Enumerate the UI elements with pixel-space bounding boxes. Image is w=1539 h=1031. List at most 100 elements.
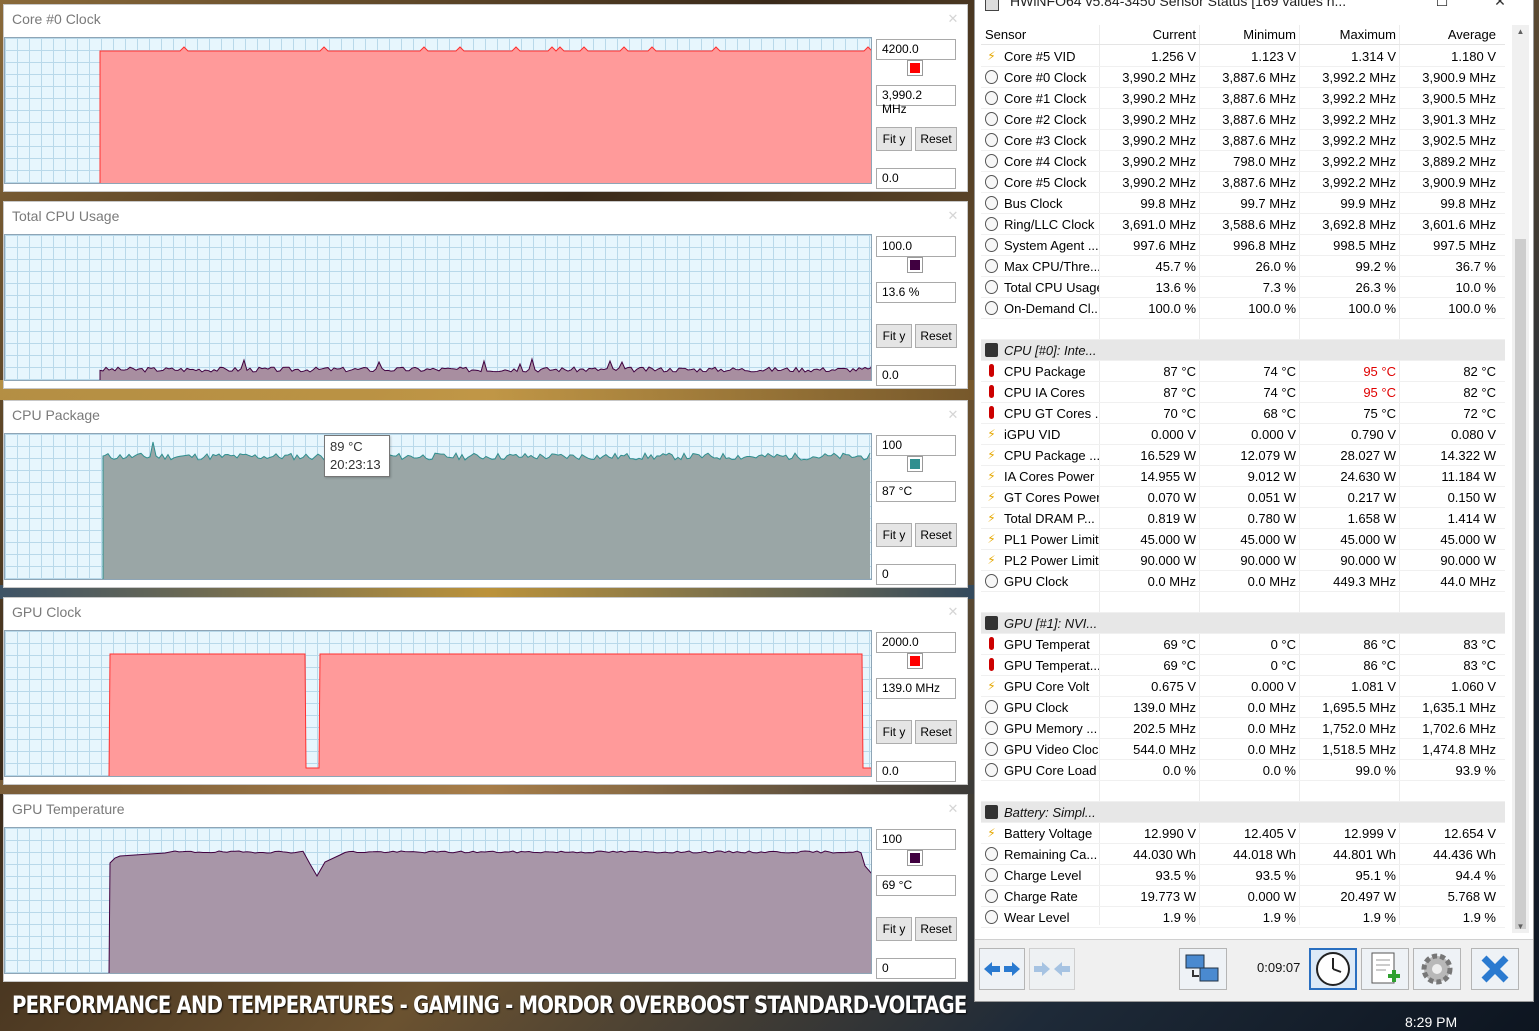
sensor-row[interactable]: CPU GT Cores ... 70 °C 68 °C 75 °C 72 °C <box>981 403 1505 424</box>
graph-window-core0-clock[interactable]: Core #0 Clock ✕ 4200.0 3,990.2 MHz Fit y… <box>3 4 968 192</box>
graph-min-field[interactable]: 0.0 <box>876 168 956 189</box>
sensor-row[interactable]: CPU IA Cores 87 °C 74 °C 95 °C 82 °C <box>981 382 1505 403</box>
title-bar[interactable]: HWiNFO64 v5.84-3450 Sensor Status [169 v… <box>975 0 1533 15</box>
sensor-row[interactable]: ⚡ GT Cores Power 0.070 W 0.051 W 0.217 W 0.15… <box>981 487 1505 508</box>
series-color-swatch[interactable] <box>907 60 923 76</box>
fit-y-button[interactable]: Fit y <box>876 324 912 348</box>
reset-button[interactable]: Reset <box>915 127 957 151</box>
sensor-row[interactable]: System Agent ... 997.6 MHz 996.8 MHz 998.5 … <box>981 235 1505 256</box>
series-color-swatch[interactable] <box>907 456 923 472</box>
sensor-maximum: 3,992.2 MHz <box>1322 112 1396 127</box>
sensor-row[interactable]: ⚡ PL2 Power Limit 90.000 W 90.000 W 90.000 W… <box>981 550 1505 571</box>
column-header-sensor[interactable]: Sensor <box>985 27 1026 42</box>
reset-button[interactable]: Reset <box>915 523 957 547</box>
vertical-scrollbar[interactable]: ▲ ▼ <box>1512 25 1529 933</box>
graph-window-cpu-package[interactable]: CPU Package ✕ 89 °C 20:23:13 100 87 °C F… <box>3 400 968 588</box>
collapse-columns-button[interactable] <box>1029 948 1075 990</box>
sensor-row[interactable]: GPU Video Clock 544.0 MHz 0.0 MHz 1,518.5 M… <box>981 739 1505 760</box>
scroll-thumb[interactable] <box>1515 239 1526 929</box>
graph-min-field[interactable]: 0.0 <box>876 365 956 386</box>
graph-max-field[interactable]: 100 <box>876 435 956 456</box>
graph-min-field[interactable]: 0.0 <box>876 761 956 782</box>
sensor-row[interactable]: GPU Clock 0.0 MHz 0.0 MHz 449.3 MHz 44.0 MHz <box>981 571 1505 592</box>
close-icon[interactable]: ✕ <box>1485 0 1515 11</box>
network-button[interactable] <box>1179 948 1227 990</box>
close-icon[interactable]: ✕ <box>943 799 963 819</box>
sensor-group-header[interactable]: CPU [#0]: Inte... <box>981 340 1505 361</box>
close-icon[interactable]: ✕ <box>943 206 963 226</box>
column-header-minimum[interactable]: Minimum <box>1200 27 1296 42</box>
sensor-row[interactable]: ⚡ CPU Package ... 16.529 W 12.079 W 28.027 W… <box>981 445 1505 466</box>
sensor-row[interactable]: GPU Memory ... 202.5 MHz 0.0 MHz 1,752.0 MH… <box>981 718 1505 739</box>
sensor-row[interactable]: ⚡ PL1 Power Limit 45.000 W 45.000 W 45.000 W… <box>981 529 1505 550</box>
reset-button[interactable]: Reset <box>915 720 957 744</box>
sensor-row[interactable]: ⚡ Total DRAM P... 0.819 W 0.780 W 1.658 W 1.4… <box>981 508 1505 529</box>
column-header-current[interactable]: Current <box>1100 27 1196 42</box>
graph-window-gpu-clock[interactable]: GPU Clock ✕ 2000.0 139.0 MHz Fit y Reset… <box>3 597 968 785</box>
close-icon[interactable]: ✕ <box>943 9 963 29</box>
sensor-row[interactable]: Core #5 Clock 3,990.2 MHz 3,887.6 MHz 3,992… <box>981 172 1505 193</box>
scroll-down-icon[interactable]: ▼ <box>1515 922 1526 931</box>
sensor-row[interactable]: On-Demand Cl... 100.0 % 100.0 % 100.0 % 100.… <box>981 298 1505 319</box>
sensor-row[interactable]: Ring/LLC Clock 3,691.0 MHz 3,588.6 MHz 3,69… <box>981 214 1505 235</box>
sensor-row[interactable]: Charge Level 93.5 % 93.5 % 95.1 % 94.4 % <box>981 865 1505 886</box>
sensor-row[interactable]: Total CPU Usage 13.6 % 7.3 % 26.3 % 10.0 % <box>981 277 1505 298</box>
expand-columns-button[interactable] <box>979 948 1025 990</box>
graph-window-gpu-temperature[interactable]: GPU Temperature ✕ 100 69 °C Fit y Reset … <box>3 794 968 982</box>
logging-button[interactable] <box>1361 948 1409 990</box>
sensor-row[interactable]: Core #4 Clock 3,990.2 MHz 798.0 MHz 3,992.2… <box>981 151 1505 172</box>
sensor-row[interactable]: ⚡ GPU Core Volt 0.675 V 0.000 V 1.081 V 1.060… <box>981 676 1505 697</box>
sensor-row[interactable]: ⚡ Battery Voltage 12.990 V 12.405 V 12.999 V… <box>981 823 1505 844</box>
sensor-row[interactable]: GPU Temperat 69 °C 0 °C 86 °C 83 °C <box>981 634 1505 655</box>
column-header-average[interactable]: Average <box>1400 27 1496 42</box>
sensor-row[interactable]: Core #2 Clock 3,990.2 MHz 3,887.6 MHz 3,992… <box>981 109 1505 130</box>
close-icon[interactable]: ✕ <box>943 405 963 425</box>
series-color-swatch[interactable] <box>907 653 923 669</box>
sensor-row[interactable]: ⚡ iGPU VID 0.000 V 0.000 V 0.790 V 0.080 V <box>981 424 1505 445</box>
fit-y-button[interactable]: Fit y <box>876 917 912 941</box>
sensor-row[interactable]: GPU Core Load 0.0 % 0.0 % 99.0 % 93.9 % <box>981 760 1505 781</box>
sensor-row[interactable]: GPU Clock 139.0 MHz 0.0 MHz 1,695.5 MHz 1,63… <box>981 697 1505 718</box>
sensor-row[interactable]: Core #3 Clock 3,990.2 MHz 3,887.6 MHz 3,992… <box>981 130 1505 151</box>
scroll-up-icon[interactable]: ▲ <box>1515 27 1526 36</box>
fit-y-button[interactable]: Fit y <box>876 127 912 151</box>
sensor-row[interactable]: Bus Clock 99.8 MHz 99.7 MHz 99.9 MHz 99.8 MH… <box>981 193 1505 214</box>
graph-plot <box>4 827 872 974</box>
sensor-row[interactable]: Max CPU/Thre... 45.7 % 26.0 % 99.2 % 36.7 % <box>981 256 1505 277</box>
sensor-row[interactable]: CPU Package 87 °C 74 °C 95 °C 82 °C <box>981 361 1505 382</box>
settings-button[interactable] <box>1413 948 1461 990</box>
sensor-row[interactable]: ⚡ IA Cores Power 14.955 W 9.012 W 24.630 W 11… <box>981 466 1505 487</box>
sensor-row[interactable]: Remaining Ca... 44.030 Wh 44.018 Wh 44.801 … <box>981 844 1505 865</box>
series-color-swatch[interactable] <box>907 850 923 866</box>
fit-y-button[interactable]: Fit y <box>876 523 912 547</box>
series-color-swatch[interactable] <box>907 257 923 273</box>
sensor-row[interactable]: ⚡ Core #5 VID 1.256 V 1.123 V 1.314 V 1.180 V <box>981 46 1505 67</box>
reset-button[interactable]: Reset <box>915 324 957 348</box>
graph-max-field[interactable]: 100 <box>876 829 956 850</box>
graph-max-field[interactable]: 100.0 <box>876 236 956 257</box>
column-header-maximum[interactable]: Maximum <box>1300 27 1396 42</box>
graph-max-field[interactable]: 2000.0 <box>876 632 956 653</box>
sensor-status-window[interactable]: HWiNFO64 v5.84-3450 Sensor Status [169 v… <box>974 0 1534 1002</box>
graph-min-field[interactable]: 0 <box>876 958 956 979</box>
graph-max-field[interactable]: 4200.0 <box>876 39 956 60</box>
sensor-row[interactable]: Charge Rate 19.773 W 0.000 W 20.497 W 5.768 … <box>981 886 1505 907</box>
fit-y-button[interactable]: Fit y <box>876 720 912 744</box>
graph-window-total-cpu-usage[interactable]: Total CPU Usage ✕ 100.0 13.6 % Fit y Res… <box>3 201 968 389</box>
graph-min-field[interactable]: 0 <box>876 564 956 585</box>
maximize-icon[interactable]: ☐ <box>1427 0 1457 11</box>
sensor-group-header[interactable]: Battery: Simpl... <box>981 802 1505 823</box>
close-icon[interactable]: ✕ <box>943 602 963 622</box>
sensor-row[interactable]: Core #0 Clock 3,990.2 MHz 3,887.6 MHz 3,992… <box>981 67 1505 88</box>
sensor-row[interactable]: Core #1 Clock 3,990.2 MHz 3,887.6 MHz 3,992… <box>981 88 1505 109</box>
taskbar-clock[interactable]: 8:29 PM <box>1405 1014 1457 1030</box>
close-window-button[interactable] <box>1471 948 1519 990</box>
sensor-group-header[interactable]: GPU [#1]: NVI... <box>981 613 1505 634</box>
sensor-current: 0.0 % <box>1162 763 1196 778</box>
sensor-row[interactable]: GPU Temperat... 69 °C 0 °C 86 °C 83 °C <box>981 655 1505 676</box>
reset-button[interactable]: Reset <box>915 917 957 941</box>
thermometer-icon <box>989 658 994 671</box>
clock-reset-button[interactable] <box>1309 948 1357 990</box>
sensor-minimum: 68 °C <box>1263 406 1296 421</box>
sensor-row[interactable]: Wear Level 1.9 % 1.9 % 1.9 % 1.9 % <box>981 907 1505 928</box>
